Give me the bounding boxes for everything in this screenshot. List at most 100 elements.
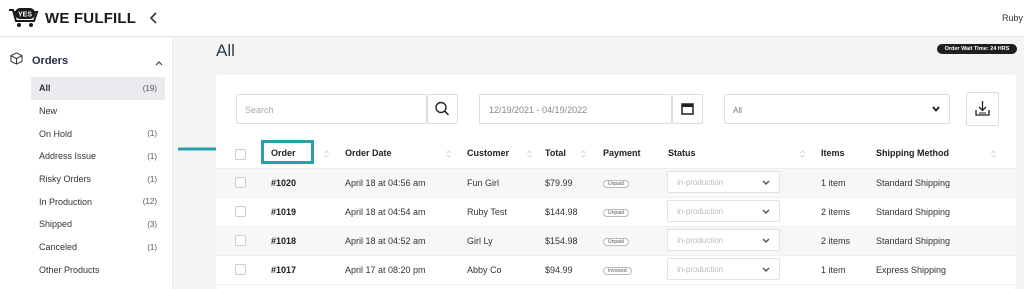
sidebar-item-label: On Hold [39,128,73,139]
sidebar-section-orders[interactable]: Orders [10,52,164,70]
sidebar-section-label: Orders [32,55,69,67]
status-select-value: in-production [677,236,724,245]
status-select[interactable]: in-production [667,258,780,280]
payment-badge: Unpaid [603,180,629,188]
status-select[interactable]: in-production [667,229,780,251]
status-filter-value: All [733,106,742,115]
shipping-method: Standard Shipping [876,236,951,246]
sort-icon[interactable] [581,150,586,158]
order-date: April 18 at 04:54 am [345,207,426,217]
order-number[interactable]: #1019 [271,198,296,227]
column-header-payment: Payment [603,148,641,158]
row-checkbox[interactable] [235,235,246,246]
sidebar-item-risky-orders[interactable]: Risky Orders (1) [31,168,165,191]
table-row[interactable]: #1020 April 18 at 04:56 am Fun Girl $79.… [216,169,1016,198]
column-header-status[interactable]: Status [668,141,696,169]
search-icon [428,101,457,127]
order-number[interactable]: #1018 [271,227,296,256]
column-header-total[interactable]: Total [545,141,566,169]
column-header-shipping-method[interactable]: Shipping Method [876,141,949,169]
status-select-value: in-production [677,207,724,216]
order-date: April 17 at 08:20 pm [345,265,426,275]
status-select[interactable]: in-production [667,200,780,222]
status-filter-select[interactable]: All [724,94,950,124]
shipping-method: Express Shipping [876,265,947,275]
order-number[interactable]: #1017 [271,256,296,285]
search-input[interactable]: Search [236,94,427,124]
sidebar-item-count: (1) [147,242,157,252]
order-date: April 18 at 04:56 am [345,178,426,188]
sidebar: Orders All (19) New On Hold (1) Address Is… [0,38,173,289]
wait-time-badge: Order Wait Time: 24 HRS [937,44,1017,54]
row-checkbox[interactable] [235,264,246,275]
chevron-left-icon[interactable] [146,10,162,26]
status-select-value: in-production [677,178,724,187]
search-button[interactable] [427,94,458,124]
sidebar-item-count: (1) [147,151,157,161]
order-total: $144.98 [545,207,578,217]
customer-name: Fun Girl [467,178,500,188]
order-number[interactable]: #1020 [271,169,296,198]
cart-logo-icon: YES [8,7,40,29]
sidebar-item-label: Other Products [39,264,100,275]
sidebar-item-canceled[interactable]: Canceled (1) [31,236,165,259]
order-total: $79.99 [545,178,573,188]
sidebar-item-in-production[interactable]: In Production (12) [31,190,165,213]
chevron-down-icon [761,265,771,277]
download-tray-icon [967,101,998,129]
sidebar-menu: All (19) New On Hold (1) Address Issue (1) … [31,77,165,281]
table-row[interactable]: #1019 April 18 at 04:54 am Ruby Test $14… [216,198,1016,227]
status-select-value: in-production [677,265,724,274]
logo-badge-text: YES [18,12,32,19]
status-select[interactable]: in-production [667,171,780,193]
user-name[interactable]: Ruby [1002,13,1024,23]
sidebar-item-count: (12) [142,197,157,207]
orders-card: Search 12/19/2021 - 04/19/2022 All Order… [216,75,1016,289]
calendar-icon [673,103,702,127]
column-header-customer[interactable]: Customer [467,141,509,169]
calendar-button[interactable] [672,94,703,124]
item-count: 1 item [821,265,846,275]
sidebar-item-other-products[interactable]: Other Products [31,259,165,282]
customer-name: Abby Co [467,265,502,275]
row-checkbox[interactable] [235,177,246,188]
select-all-checkbox[interactable] [235,149,246,160]
sort-icon[interactable] [324,150,329,158]
top-bar: YES WE FULFILL Ruby [0,0,1024,37]
chevron-up-icon[interactable] [154,55,164,73]
sort-icon[interactable] [446,150,451,158]
sort-icon[interactable] [800,150,805,158]
sidebar-item-shipped[interactable]: Shipped (3) [31,213,165,236]
table-row[interactable]: #1017 April 17 at 08:20 pm Abby Co $94.9… [216,256,1016,285]
export-button[interactable] [966,92,999,126]
sidebar-item-on-hold[interactable]: On Hold (1) [31,122,165,145]
sidebar-item-label: All [39,83,51,94]
sidebar-item-label: In Production [39,196,93,207]
table-row[interactable]: #1018 April 18 at 04:52 am Girl Ly $154.… [216,227,1016,256]
item-count: 1 item [821,178,846,188]
sidebar-item-count: (1) [147,174,157,184]
sidebar-item-count: (19) [142,83,157,93]
column-header-order[interactable]: Order [271,141,296,169]
item-count: 2 items [821,236,851,246]
shipping-method: Standard Shipping [876,207,951,217]
brand-logo[interactable]: YES WE FULFILL [8,7,136,29]
date-range-input[interactable]: 12/19/2021 - 04/19/2022 [479,94,672,124]
order-date: April 18 at 04:52 am [345,236,426,246]
sidebar-item-label: New [39,106,58,117]
payment-badge: Unpaid [603,209,629,217]
column-header-order-date[interactable]: Order Date [345,141,392,169]
sidebar-item-label: Address Issue [39,151,97,162]
page-title: All [216,41,235,60]
order-total: $154.98 [545,236,578,246]
sidebar-item-address-issue[interactable]: Address Issue (1) [31,145,165,168]
sidebar-item-label: Shipped [39,219,73,230]
box-icon [10,52,23,70]
sort-icon[interactable] [991,150,996,158]
row-checkbox[interactable] [235,206,246,217]
sidebar-item-all[interactable]: All (19) [31,77,165,100]
logo-text: WE FULFILL [45,9,137,27]
sort-icon[interactable] [527,150,532,158]
sidebar-item-new[interactable]: New [31,100,165,123]
item-count: 2 items [821,207,851,217]
